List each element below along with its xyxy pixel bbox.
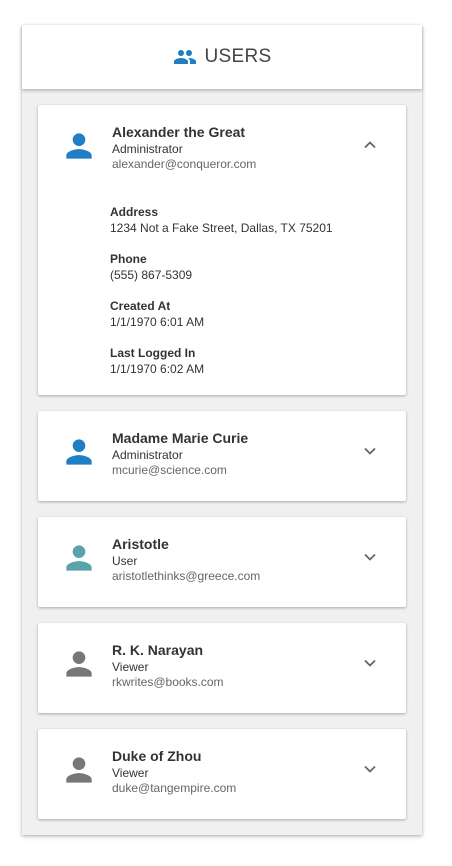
chevron-down-icon[interactable] bbox=[362, 655, 378, 671]
user-email: rkwrites@books.com bbox=[112, 675, 224, 689]
person-icon bbox=[66, 651, 92, 677]
user-role: Administrator bbox=[112, 142, 183, 156]
page-title: USERS bbox=[204, 46, 272, 67]
user-name: Aristotle bbox=[112, 536, 169, 552]
person-icon bbox=[66, 757, 92, 783]
chevron-down-icon[interactable] bbox=[362, 549, 378, 565]
user-email: alexander@conqueror.com bbox=[112, 157, 257, 171]
person-icon bbox=[66, 133, 92, 159]
detail-label: Created At bbox=[110, 299, 171, 313]
users-panel: USERS Alexander the Great Administrator … bbox=[22, 25, 422, 835]
group-icon bbox=[173, 45, 197, 69]
user-info: Aristotle User aristotlethinks@greece.co… bbox=[112, 536, 260, 584]
user-name: Duke of Zhou bbox=[112, 748, 202, 764]
user-card-zhou[interactable]: Duke of Zhou Viewer duke@tangempire.com bbox=[38, 729, 406, 819]
user-role: User bbox=[112, 554, 138, 568]
user-email: mcurie@science.com bbox=[112, 463, 227, 477]
detail-label: Phone bbox=[110, 252, 147, 266]
person-icon bbox=[66, 439, 92, 465]
user-name: R. K. Narayan bbox=[112, 642, 204, 658]
user-details: Address 1234 Not a Fake Street, Dallas, … bbox=[110, 205, 333, 393]
detail-last-logged-in: Last Logged In 1/1/1970 6:02 AM bbox=[110, 346, 333, 377]
detail-value: 1/1/1970 6:01 AM bbox=[110, 315, 205, 329]
detail-label: Last Logged In bbox=[110, 346, 196, 360]
user-info: R. K. Narayan Viewer rkwrites@books.com bbox=[112, 642, 224, 690]
user-role: Administrator bbox=[112, 448, 183, 462]
detail-label: Address bbox=[110, 205, 159, 219]
chevron-down-icon[interactable] bbox=[362, 761, 378, 777]
chevron-up-icon[interactable] bbox=[362, 137, 378, 153]
user-card-curie[interactable]: Madame Marie Curie Administrator mcurie@… bbox=[38, 411, 406, 501]
panel-header: USERS bbox=[22, 25, 422, 89]
user-email: aristotlethinks@greece.com bbox=[112, 569, 261, 583]
detail-created-at: Created At 1/1/1970 6:01 AM bbox=[110, 299, 333, 330]
detail-address: Address 1234 Not a Fake Street, Dallas, … bbox=[110, 205, 333, 236]
user-email: duke@tangempire.com bbox=[112, 781, 237, 795]
user-name: Madame Marie Curie bbox=[112, 430, 249, 446]
user-card-aristotle[interactable]: Aristotle User aristotlethinks@greece.co… bbox=[38, 517, 406, 607]
user-role: Viewer bbox=[112, 660, 149, 674]
detail-value: 1/1/1970 6:02 AM bbox=[110, 362, 205, 376]
chevron-down-icon[interactable] bbox=[362, 443, 378, 459]
user-role: Viewer bbox=[112, 766, 149, 780]
user-card-alexander[interactable]: Alexander the Great Administrator alexan… bbox=[38, 105, 406, 395]
detail-value: (555) 867-5309 bbox=[110, 268, 193, 282]
user-list: Alexander the Great Administrator alexan… bbox=[38, 105, 406, 835]
person-icon bbox=[66, 545, 92, 571]
detail-value: 1234 Not a Fake Street, Dallas, TX 75201 bbox=[110, 221, 333, 235]
user-card-narayan[interactable]: R. K. Narayan Viewer rkwrites@books.com bbox=[38, 623, 406, 713]
user-name: Alexander the Great bbox=[112, 124, 246, 140]
user-info: Madame Marie Curie Administrator mcurie@… bbox=[112, 430, 248, 478]
detail-phone: Phone (555) 867-5309 bbox=[110, 252, 333, 283]
user-info: Alexander the Great Administrator alexan… bbox=[112, 124, 256, 172]
user-info: Duke of Zhou Viewer duke@tangempire.com bbox=[112, 748, 236, 796]
